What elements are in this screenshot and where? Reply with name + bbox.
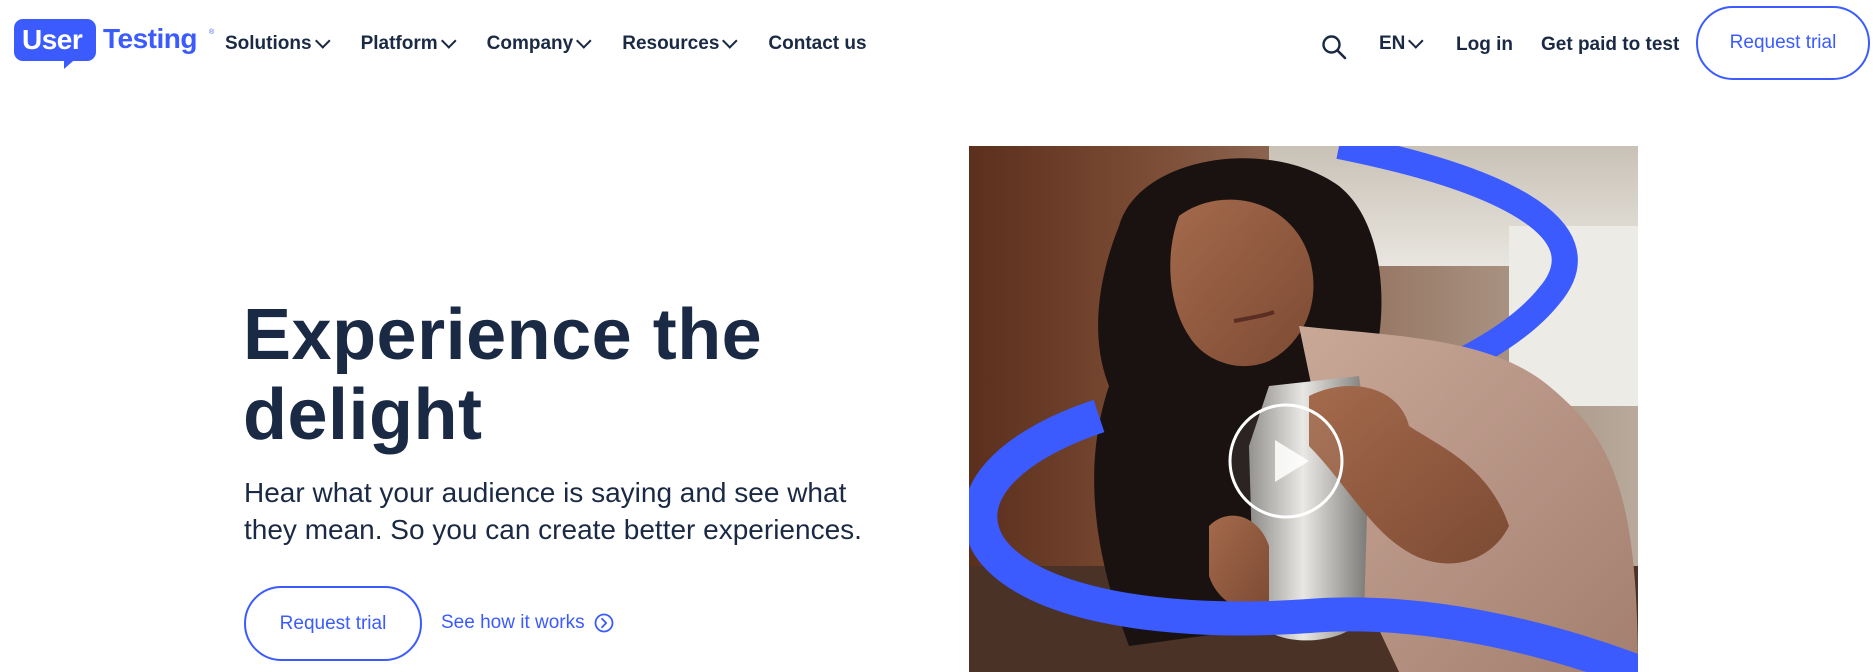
hero-request-trial-button[interactable]: Request trial [244,586,422,661]
nav-item-platform[interactable]: Platform [360,32,457,55]
logo-text-user: User [22,24,83,55]
search-icon[interactable] [1321,34,1347,60]
main-nav: Solutions Platform Company Resources Con… [225,32,899,55]
usertesting-logo[interactable]: User Testing ® [14,19,214,69]
nav-item-label: Company [486,33,574,54]
see-how-it-works-link[interactable]: See how it works [441,612,614,634]
hero-subtitle-line: Hear what your audience is saying and se… [244,477,847,508]
request-trial-button[interactable]: Request trial [1696,6,1870,80]
hero-subtitle: Hear what your audience is saying and se… [244,474,924,548]
language-selector[interactable]: EN [1379,32,1424,55]
chevron-right-circle-icon [594,613,614,633]
chevron-down-icon [722,32,738,49]
chevron-down-icon [576,32,592,49]
chevron-down-icon [440,32,457,49]
hero-subtitle-line: they mean. So you can create better expe… [244,514,862,545]
login-link[interactable]: Log in [1456,34,1513,56]
logo-text-testing: Testing [103,23,197,54]
nav-item-solutions[interactable]: Solutions [225,32,331,55]
hero-title: Experience the delight [243,295,843,455]
logo-trademark: ® [209,29,215,36]
nav-item-company[interactable]: Company [486,32,592,55]
hero-video-thumbnail[interactable] [969,146,1638,672]
see-how-it-works-label: See how it works [441,612,585,633]
chevron-down-icon [1408,32,1424,49]
nav-item-label: Platform [360,33,438,54]
nav-item-label: Contact us [768,33,867,54]
play-icon [1228,403,1344,519]
hero-title-line: Experience the [243,295,763,375]
nav-item-label: Resources [622,33,720,54]
nav-item-label: Solutions [225,33,312,54]
nav-item-resources[interactable]: Resources [622,32,738,55]
site-header: User Testing ® Solutions Platform Compan… [0,0,1875,90]
language-label: EN [1379,33,1406,54]
nav-item-contact-us[interactable]: Contact us [768,33,866,55]
hero-title-line: delight [243,375,483,455]
get-paid-to-test-link[interactable]: Get paid to test [1541,34,1679,56]
play-video-button[interactable] [1227,402,1345,520]
chevron-down-icon [314,32,331,49]
